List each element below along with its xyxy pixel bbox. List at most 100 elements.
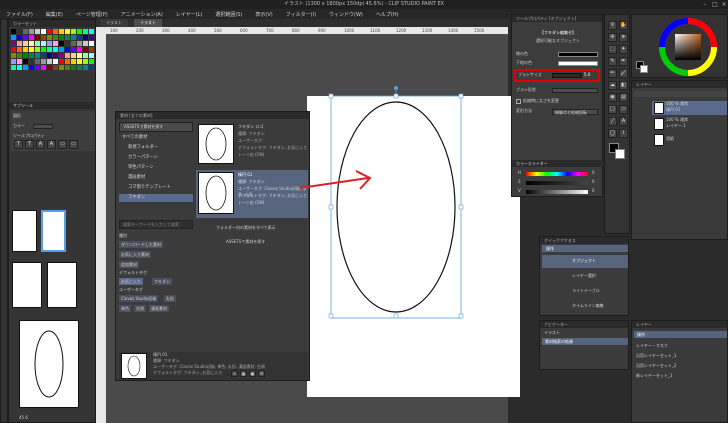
- material-tree-item[interactable]: コマ割りテンプレート: [119, 184, 193, 192]
- color-swatch[interactable]: [29, 59, 34, 64]
- color-swatch[interactable]: [53, 35, 58, 40]
- color-swatch[interactable]: [71, 35, 76, 40]
- assets-search-button[interactable]: ASSETSで素材を探す: [119, 122, 193, 132]
- color-swatch[interactable]: [41, 53, 46, 58]
- color-swatch[interactable]: [11, 65, 16, 70]
- material-search-input[interactable]: 検索キーワードを入力して検索: [119, 220, 193, 229]
- pencil-tool-icon[interactable]: ✏: [608, 69, 617, 78]
- scale-thickness-checkbox[interactable]: [516, 99, 521, 104]
- color-swatch[interactable]: [59, 53, 64, 58]
- menu-selection[interactable]: 選択範囲(S): [215, 11, 242, 18]
- color-swatch[interactable]: [89, 59, 94, 64]
- text-tool-icon[interactable]: T: [14, 140, 23, 149]
- quick-access-selected[interactable]: 操作: [542, 245, 628, 252]
- user-tag-1[interactable]: Clovez Studio初級: [119, 295, 159, 302]
- layer-row-2[interactable]: 100 % 通常 レイヤー 1: [634, 117, 727, 131]
- material-tree-item[interactable]: 新規フォルダー: [119, 144, 193, 152]
- pen-tool-icon[interactable]: ✒: [619, 57, 628, 66]
- move-tool-icon[interactable]: ✣: [608, 33, 617, 42]
- color-swatch[interactable]: [35, 65, 40, 70]
- tag-balloon[interactable]: フキダシ: [152, 278, 173, 285]
- menu-view[interactable]: 表示(V): [255, 11, 272, 18]
- type-added[interactable]: 追加素材: [119, 261, 139, 268]
- hand-tool-icon[interactable]: ✋: [619, 21, 628, 30]
- text-tool-icon-2[interactable]: A: [619, 117, 628, 126]
- menu-layer[interactable]: レイヤー(L): [176, 11, 203, 18]
- color-swatch[interactable]: [65, 35, 70, 40]
- frame-tool-icon[interactable]: ▭: [619, 105, 628, 114]
- color-swatch[interactable]: [65, 47, 70, 52]
- color-swatch[interactable]: [29, 47, 34, 52]
- material-item-1[interactable]: フキダシ ロゴ 種類: フキダシ ユーザータグ: デフォルトタグ: フキダシ, …: [196, 122, 308, 170]
- color-dropdown[interactable]: [33, 124, 53, 129]
- type-favorite[interactable]: お気に入り素材: [119, 251, 151, 258]
- color-swatch[interactable]: [77, 47, 82, 52]
- color-swatch[interactable]: [17, 35, 22, 40]
- line-color-swatch[interactable]: [558, 52, 598, 57]
- brush-shape-dropdown[interactable]: [552, 88, 598, 93]
- fill-color-swatch[interactable]: [558, 61, 598, 66]
- color-swatch[interactable]: [83, 41, 88, 46]
- canvas-tab-2[interactable]: イラスト: [134, 19, 162, 27]
- material-tree-item[interactable]: 単色パターン: [119, 164, 193, 172]
- color-swatch[interactable]: [29, 53, 34, 58]
- color-swatch[interactable]: [23, 59, 28, 64]
- folder-all-link[interactable]: フォルダー内の素材をすべて表示: [216, 225, 276, 231]
- color-swatch[interactable]: [89, 47, 94, 52]
- color-swatch[interactable]: [11, 53, 16, 58]
- color-swatch[interactable]: [47, 59, 52, 64]
- canvas-tab-1[interactable]: イラスト: [100, 19, 128, 27]
- color-swatch[interactable]: [83, 47, 88, 52]
- layer-list-op[interactable]: 操作: [634, 331, 727, 338]
- material-tree-item[interactable]: すべての素材: [119, 134, 193, 142]
- menu-filter[interactable]: フィルター(I): [286, 11, 316, 18]
- transform-method-dropdown[interactable]: 制御点と拡縮回転: [552, 109, 598, 115]
- color-swatch[interactable]: [11, 41, 16, 46]
- layer-list-item-2[interactable]: 汎用レイヤーセット_1: [636, 353, 676, 359]
- letter-a-2-icon[interactable]: A: [47, 140, 56, 149]
- close-icon[interactable]: ×: [719, 1, 728, 8]
- color-swatch[interactable]: [65, 53, 70, 58]
- color-swatch[interactable]: [41, 47, 46, 52]
- frame-icon[interactable]: ▭: [58, 140, 67, 149]
- auto-select-icon[interactable]: ✦: [619, 45, 628, 54]
- color-swatch[interactable]: [77, 35, 82, 40]
- color-swatch[interactable]: [59, 59, 64, 64]
- color-swatch[interactable]: [47, 47, 52, 52]
- color-swatch[interactable]: [53, 59, 58, 64]
- type-downloaded[interactable]: ダウンロードした素材: [119, 241, 163, 248]
- menu-page[interactable]: ページ管理(P): [76, 11, 108, 18]
- color-swatch[interactable]: [35, 47, 40, 52]
- color-swatch[interactable]: [41, 65, 46, 70]
- zoom-tool-icon[interactable]: ⚲: [608, 21, 617, 30]
- layer-list-item-3[interactable]: 汎用レイヤーセット_2: [636, 363, 676, 369]
- color-swatch[interactable]: [59, 29, 64, 34]
- nav-row-2[interactable]: 素材検索の結果: [542, 338, 628, 345]
- color-swatch[interactable]: [71, 47, 76, 52]
- color-swatch[interactable]: [59, 35, 64, 40]
- wheel-sub-color[interactable]: [640, 65, 648, 73]
- color-swatch[interactable]: [53, 53, 58, 58]
- fill-tool-icon[interactable]: ◉: [608, 93, 617, 102]
- sub-color-swatch[interactable]: [615, 149, 625, 159]
- color-swatch[interactable]: [77, 65, 82, 70]
- color-swatch[interactable]: [23, 41, 28, 46]
- text-tool-2-icon[interactable]: T: [25, 140, 34, 149]
- color-swatch[interactable]: [29, 41, 34, 46]
- layer-list-item-4[interactable]: 新レイヤーセット_1: [636, 373, 672, 379]
- hue-slider[interactable]: [526, 172, 588, 176]
- color-swatch[interactable]: [83, 53, 88, 58]
- layer-row-1[interactable]: 100 % 通常 楕円 01: [634, 101, 727, 115]
- color-swatch[interactable]: [35, 53, 40, 58]
- page-thumb-3[interactable]: [12, 262, 42, 308]
- color-swatch[interactable]: [71, 59, 76, 64]
- color-swatch[interactable]: [59, 47, 64, 52]
- color-swatch[interactable]: [59, 65, 64, 70]
- tag-favorite[interactable]: お気に入り: [119, 278, 143, 285]
- saturation-slider[interactable]: [526, 181, 588, 185]
- value-slider[interactable]: [526, 190, 588, 194]
- color-swatch[interactable]: [41, 41, 46, 46]
- color-swatch[interactable]: [83, 29, 88, 34]
- color-swatch[interactable]: [29, 35, 34, 40]
- color-swatch[interactable]: [11, 59, 16, 64]
